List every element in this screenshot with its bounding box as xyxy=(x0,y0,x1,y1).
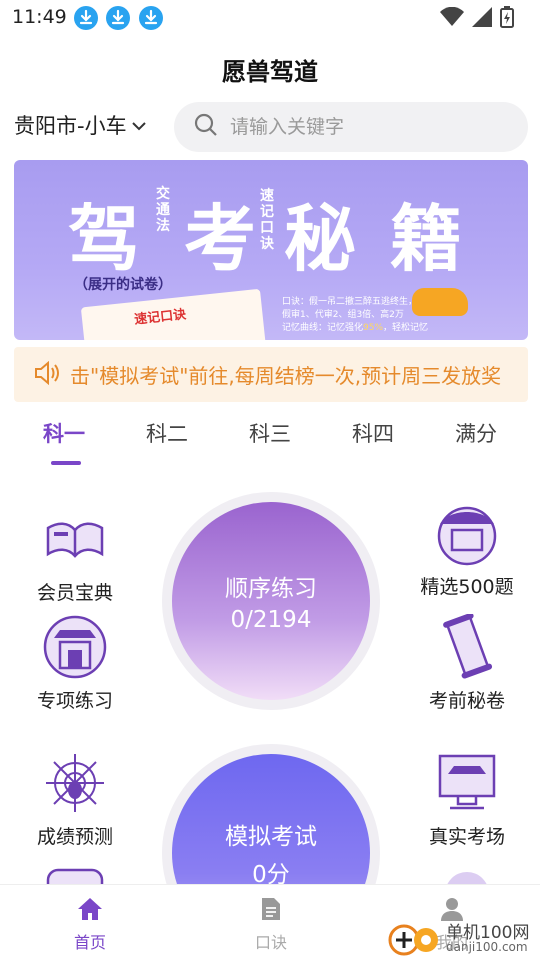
partial-feature-button[interactable] xyxy=(20,864,130,884)
download-icon xyxy=(106,6,130,30)
real-exam-room-button[interactable]: 真实考场 xyxy=(412,750,522,849)
gate-icon xyxy=(42,614,108,680)
monitor-icon xyxy=(434,750,500,816)
tab-subject-3[interactable]: 科三 xyxy=(249,418,291,448)
banner-side-text: 速 记 口 诀 xyxy=(260,188,274,252)
feature-label: 成绩预测 xyxy=(36,826,113,848)
speaker-icon xyxy=(34,360,60,389)
watermark-logo-icon xyxy=(388,922,444,960)
banner-note: 口诀：假一吊二撤三醉五逃终生， 假审1、代审2、组3倍、高2万 记忆曲线：记忆强… xyxy=(282,297,429,333)
banner-title-char: 驾 xyxy=(68,197,143,281)
tab-subject-4[interactable]: 科四 xyxy=(352,418,394,448)
practice-progress: 0/2194 xyxy=(230,607,312,633)
cloud-icon xyxy=(434,864,500,884)
practice-circle-wrap: 顺序练习 0/2194 xyxy=(162,492,380,710)
sequential-practice-button[interactable]: 顺序练习 0/2194 xyxy=(172,502,370,700)
download-icon xyxy=(74,6,98,30)
status-bar: 11:49 xyxy=(0,0,540,36)
nav-label: 口诀 xyxy=(254,933,287,952)
download-icon xyxy=(139,6,163,30)
mock-exam-button[interactable]: 模拟考试 0分 xyxy=(172,754,370,884)
car-illustration xyxy=(412,288,468,316)
home-icon xyxy=(77,898,103,925)
feature-label: 真实考场 xyxy=(428,826,505,848)
battery-icon xyxy=(500,6,514,32)
spider-web-icon xyxy=(42,750,108,816)
partial-feature-button[interactable] xyxy=(412,864,522,884)
search-icon xyxy=(194,113,218,141)
feature-label: 考前秘卷 xyxy=(428,690,505,712)
exam-title: 模拟考试 xyxy=(225,824,317,850)
subject-tabs: 科一 科二 科三 科四 满分 xyxy=(0,418,540,468)
exam-score: 0分 xyxy=(252,862,290,884)
banner-title-char: 考 xyxy=(184,197,259,281)
promo-banner[interactable]: 驾 交 通 法 考 速 记 口 诀 秘 籍 （展开的试卷） 速记口诀 口诀：假一… xyxy=(14,160,528,340)
feature-label: 会员宝典 xyxy=(36,582,113,604)
tab-subject-2[interactable]: 科二 xyxy=(146,418,188,448)
banner-title-char: 秘 xyxy=(284,197,359,281)
nav-label: 首页 xyxy=(73,933,106,952)
banner-subtitle: （展开的试卷） xyxy=(74,277,172,293)
exam-circle-wrap: 模拟考试 0分 xyxy=(162,744,380,884)
nav-mnemonic[interactable]: 口诀 xyxy=(231,897,311,953)
chevron-down-icon xyxy=(131,113,147,137)
document-icon xyxy=(260,898,282,925)
site-watermark: 单机100网 danji100.com xyxy=(384,916,534,960)
notice-bar[interactable]: 击"模拟考试"前往,每周结榜一次,预计周三发放奖 xyxy=(14,347,528,402)
cabinet-icon xyxy=(42,864,108,884)
tab-subject-1[interactable]: 科一 xyxy=(43,418,85,448)
search-input[interactable] xyxy=(230,116,510,138)
banner-side-text: 交 通 法 xyxy=(156,186,170,234)
practice-title: 顺序练习 xyxy=(225,576,317,602)
score-predict-button[interactable]: 成绩预测 xyxy=(20,750,130,849)
pavilion-icon xyxy=(434,500,500,566)
selected-500-button[interactable]: 精选500题 xyxy=(412,500,522,599)
feature-label: 专项练习 xyxy=(36,690,113,712)
search-bar[interactable] xyxy=(174,102,528,152)
watermark-url: danji100.com xyxy=(446,940,528,954)
vip-handbook-button[interactable]: 会员宝典 xyxy=(20,506,130,605)
wifi-icon xyxy=(440,6,464,31)
banner-title-char: 籍 xyxy=(390,197,465,281)
main-content: 会员宝典 专项练习 成绩预测 精选500题 考前秘卷 真实考场 顺序练习 0/2… xyxy=(0,480,540,884)
feature-label: 精选500题 xyxy=(420,576,514,598)
city-selector[interactable]: 贵阳市-小车 xyxy=(14,110,147,140)
nav-home[interactable]: 首页 xyxy=(50,897,130,953)
city-label: 贵阳市-小车 xyxy=(14,114,127,138)
active-tab-indicator xyxy=(51,461,81,465)
notice-text: 击"模拟考试"前往,每周结榜一次,预计周三发放奖 xyxy=(70,364,502,388)
page-title: 愿兽驾道 xyxy=(222,58,318,86)
secret-paper-button[interactable]: 考前秘卷 xyxy=(412,612,522,713)
tab-full-score[interactable]: 满分 xyxy=(455,418,497,448)
signal-icon xyxy=(472,7,492,31)
status-time: 11:49 xyxy=(12,6,67,28)
book-icon xyxy=(42,506,108,572)
special-practice-button[interactable]: 专项练习 xyxy=(20,614,130,713)
scroll-icon xyxy=(434,612,500,680)
